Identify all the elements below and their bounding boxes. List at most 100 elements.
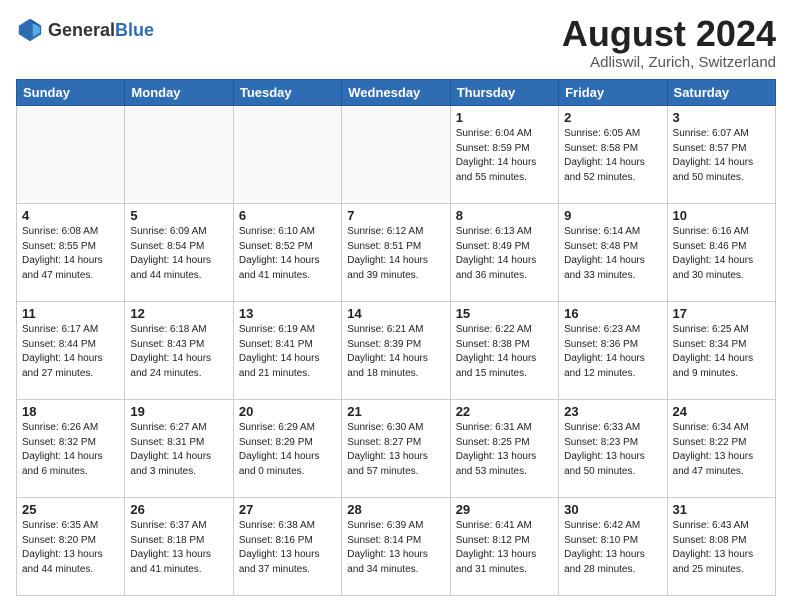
day-info: Sunrise: 6:19 AM Sunset: 8:41 PM Dayligh…: [239, 323, 336, 381]
calendar-cell: [125, 106, 233, 204]
calendar-cell: 23 Sunrise: 6:33 AM Sunset: 8:23 PM Dayli…: [559, 400, 667, 498]
day-number: 19: [130, 404, 227, 419]
calendar-cell: 16 Sunrise: 6:23 AM Sunset: 8:36 PM Dayli…: [559, 302, 667, 400]
logo-text: GeneralBlue: [48, 20, 154, 41]
calendar-cell: 5 Sunrise: 6:09 AM Sunset: 8:54 PM Daylig…: [125, 204, 233, 302]
calendar-cell: 11 Sunrise: 6:17 AM Sunset: 8:44 PM Dayli…: [17, 302, 125, 400]
calendar-cell: 27 Sunrise: 6:38 AM Sunset: 8:16 PM Dayli…: [233, 498, 341, 596]
logo: GeneralBlue: [16, 16, 154, 44]
day-info: Sunrise: 6:16 AM Sunset: 8:46 PM Dayligh…: [673, 225, 770, 283]
header-tuesday: Tuesday: [233, 80, 341, 106]
day-info: Sunrise: 6:37 AM Sunset: 8:18 PM Dayligh…: [130, 519, 227, 577]
day-number: 24: [673, 404, 770, 419]
day-info: Sunrise: 6:12 AM Sunset: 8:51 PM Dayligh…: [347, 225, 444, 283]
day-number: 17: [673, 306, 770, 321]
header: GeneralBlue August 2024 Adliswil, Zurich…: [16, 16, 776, 71]
day-info: Sunrise: 6:08 AM Sunset: 8:55 PM Dayligh…: [22, 225, 119, 283]
calendar-cell: [233, 106, 341, 204]
header-sunday: Sunday: [17, 80, 125, 106]
day-number: 4: [22, 208, 119, 223]
header-saturday: Saturday: [667, 80, 775, 106]
logo-icon: [16, 16, 44, 44]
day-info: Sunrise: 6:09 AM Sunset: 8:54 PM Dayligh…: [130, 225, 227, 283]
header-monday: Monday: [125, 80, 233, 106]
day-number: 14: [347, 306, 444, 321]
calendar-cell: 3Sunrise: 6:07 AM Sunset: 8:57 PM Daylig…: [667, 106, 775, 204]
day-number: 30: [564, 502, 661, 517]
calendar-cell: [17, 106, 125, 204]
day-info: Sunrise: 6:41 AM Sunset: 8:12 PM Dayligh…: [456, 519, 553, 577]
day-info: Sunrise: 6:33 AM Sunset: 8:23 PM Dayligh…: [564, 421, 661, 479]
calendar-week-4: 25 Sunrise: 6:35 AM Sunset: 8:20 PM Dayli…: [17, 498, 776, 596]
calendar-cell: 31 Sunrise: 6:43 AM Sunset: 8:08 PM Dayli…: [667, 498, 775, 596]
day-number: 31: [673, 502, 770, 517]
day-number: 22: [456, 404, 553, 419]
title-section: August 2024 Adliswil, Zurich, Switzerlan…: [562, 16, 776, 71]
header-wednesday: Wednesday: [342, 80, 450, 106]
header-friday: Friday: [559, 80, 667, 106]
day-info: Sunrise: 6:42 AM Sunset: 8:10 PM Dayligh…: [564, 519, 661, 577]
day-info: Sunrise: 6:17 AM Sunset: 8:44 PM Dayligh…: [22, 323, 119, 381]
day-number: 1: [456, 110, 553, 125]
calendar-week-3: 18Sunrise: 6:26 AM Sunset: 8:32 PM Dayli…: [17, 400, 776, 498]
day-info: Sunrise: 6:38 AM Sunset: 8:16 PM Dayligh…: [239, 519, 336, 577]
calendar-cell: 21 Sunrise: 6:30 AM Sunset: 8:27 PM Dayli…: [342, 400, 450, 498]
calendar-cell: 10 Sunrise: 6:16 AM Sunset: 8:46 PM Dayli…: [667, 204, 775, 302]
calendar-cell: 15Sunrise: 6:22 AM Sunset: 8:38 PM Dayli…: [450, 302, 558, 400]
day-info: Sunrise: 6:29 AM Sunset: 8:29 PM Dayligh…: [239, 421, 336, 479]
day-info: Sunrise: 6:10 AM Sunset: 8:52 PM Dayligh…: [239, 225, 336, 283]
calendar-cell: 14 Sunrise: 6:21 AM Sunset: 8:39 PM Dayli…: [342, 302, 450, 400]
day-number: 10: [673, 208, 770, 223]
calendar-cell: 4 Sunrise: 6:08 AM Sunset: 8:55 PM Daylig…: [17, 204, 125, 302]
day-info: Sunrise: 6:30 AM Sunset: 8:27 PM Dayligh…: [347, 421, 444, 479]
calendar-cell: 22 Sunrise: 6:31 AM Sunset: 8:25 PM Dayli…: [450, 400, 558, 498]
month-year: August 2024: [562, 16, 776, 52]
calendar-header-row: Sunday Monday Tuesday Wednesday Thursday…: [17, 80, 776, 106]
day-number: 25: [22, 502, 119, 517]
calendar-cell: 20 Sunrise: 6:29 AM Sunset: 8:29 PM Dayli…: [233, 400, 341, 498]
calendar-cell: 19 Sunrise: 6:27 AM Sunset: 8:31 PM Dayli…: [125, 400, 233, 498]
calendar-table: Sunday Monday Tuesday Wednesday Thursday…: [16, 79, 776, 596]
day-info: Sunrise: 6:27 AM Sunset: 8:31 PM Dayligh…: [130, 421, 227, 479]
calendar-week-1: 4 Sunrise: 6:08 AM Sunset: 8:55 PM Daylig…: [17, 204, 776, 302]
day-number: 12: [130, 306, 227, 321]
day-info: Sunrise: 6:26 AM Sunset: 8:32 PM Dayligh…: [22, 421, 119, 479]
day-number: 11: [22, 306, 119, 321]
day-number: 2: [564, 110, 661, 125]
day-number: 13: [239, 306, 336, 321]
calendar-cell: 13 Sunrise: 6:19 AM Sunset: 8:41 PM Dayli…: [233, 302, 341, 400]
calendar-cell: 8 Sunrise: 6:13 AM Sunset: 8:49 PM Daylig…: [450, 204, 558, 302]
day-info: Sunrise: 6:31 AM Sunset: 8:25 PM Dayligh…: [456, 421, 553, 479]
location: Adliswil, Zurich, Switzerland: [562, 54, 776, 71]
day-number: 5: [130, 208, 227, 223]
day-number: 29: [456, 502, 553, 517]
day-info: Sunrise: 6:43 AM Sunset: 8:08 PM Dayligh…: [673, 519, 770, 577]
calendar-cell: 28Sunrise: 6:39 AM Sunset: 8:14 PM Dayli…: [342, 498, 450, 596]
day-number: 23: [564, 404, 661, 419]
day-info: Sunrise: 6:35 AM Sunset: 8:20 PM Dayligh…: [22, 519, 119, 577]
calendar-cell: 24 Sunrise: 6:34 AM Sunset: 8:22 PM Dayli…: [667, 400, 775, 498]
calendar-cell: 7 Sunrise: 6:12 AM Sunset: 8:51 PM Daylig…: [342, 204, 450, 302]
day-number: 16: [564, 306, 661, 321]
calendar-cell: 2 Sunrise: 6:05 AM Sunset: 8:58 PM Daylig…: [559, 106, 667, 204]
calendar-cell: 12Sunrise: 6:18 AM Sunset: 8:43 PM Dayli…: [125, 302, 233, 400]
day-number: 26: [130, 502, 227, 517]
header-thursday: Thursday: [450, 80, 558, 106]
day-info: Sunrise: 6:39 AM Sunset: 8:14 PM Dayligh…: [347, 519, 444, 577]
day-info: Sunrise: 6:13 AM Sunset: 8:49 PM Dayligh…: [456, 225, 553, 283]
day-number: 20: [239, 404, 336, 419]
day-info: Sunrise: 6:21 AM Sunset: 8:39 PM Dayligh…: [347, 323, 444, 381]
day-info: Sunrise: 6:23 AM Sunset: 8:36 PM Dayligh…: [564, 323, 661, 381]
day-number: 3: [673, 110, 770, 125]
day-number: 6: [239, 208, 336, 223]
day-number: 21: [347, 404, 444, 419]
day-number: 8: [456, 208, 553, 223]
calendar-cell: 1Sunrise: 6:04 AM Sunset: 8:59 PM Daylig…: [450, 106, 558, 204]
calendar-cell: 26 Sunrise: 6:37 AM Sunset: 8:18 PM Dayli…: [125, 498, 233, 596]
day-info: Sunrise: 6:05 AM Sunset: 8:58 PM Dayligh…: [564, 127, 661, 185]
day-number: 15: [456, 306, 553, 321]
day-info: Sunrise: 6:34 AM Sunset: 8:22 PM Dayligh…: [673, 421, 770, 479]
calendar-cell: 30 Sunrise: 6:42 AM Sunset: 8:10 PM Dayli…: [559, 498, 667, 596]
day-number: 27: [239, 502, 336, 517]
day-number: 7: [347, 208, 444, 223]
